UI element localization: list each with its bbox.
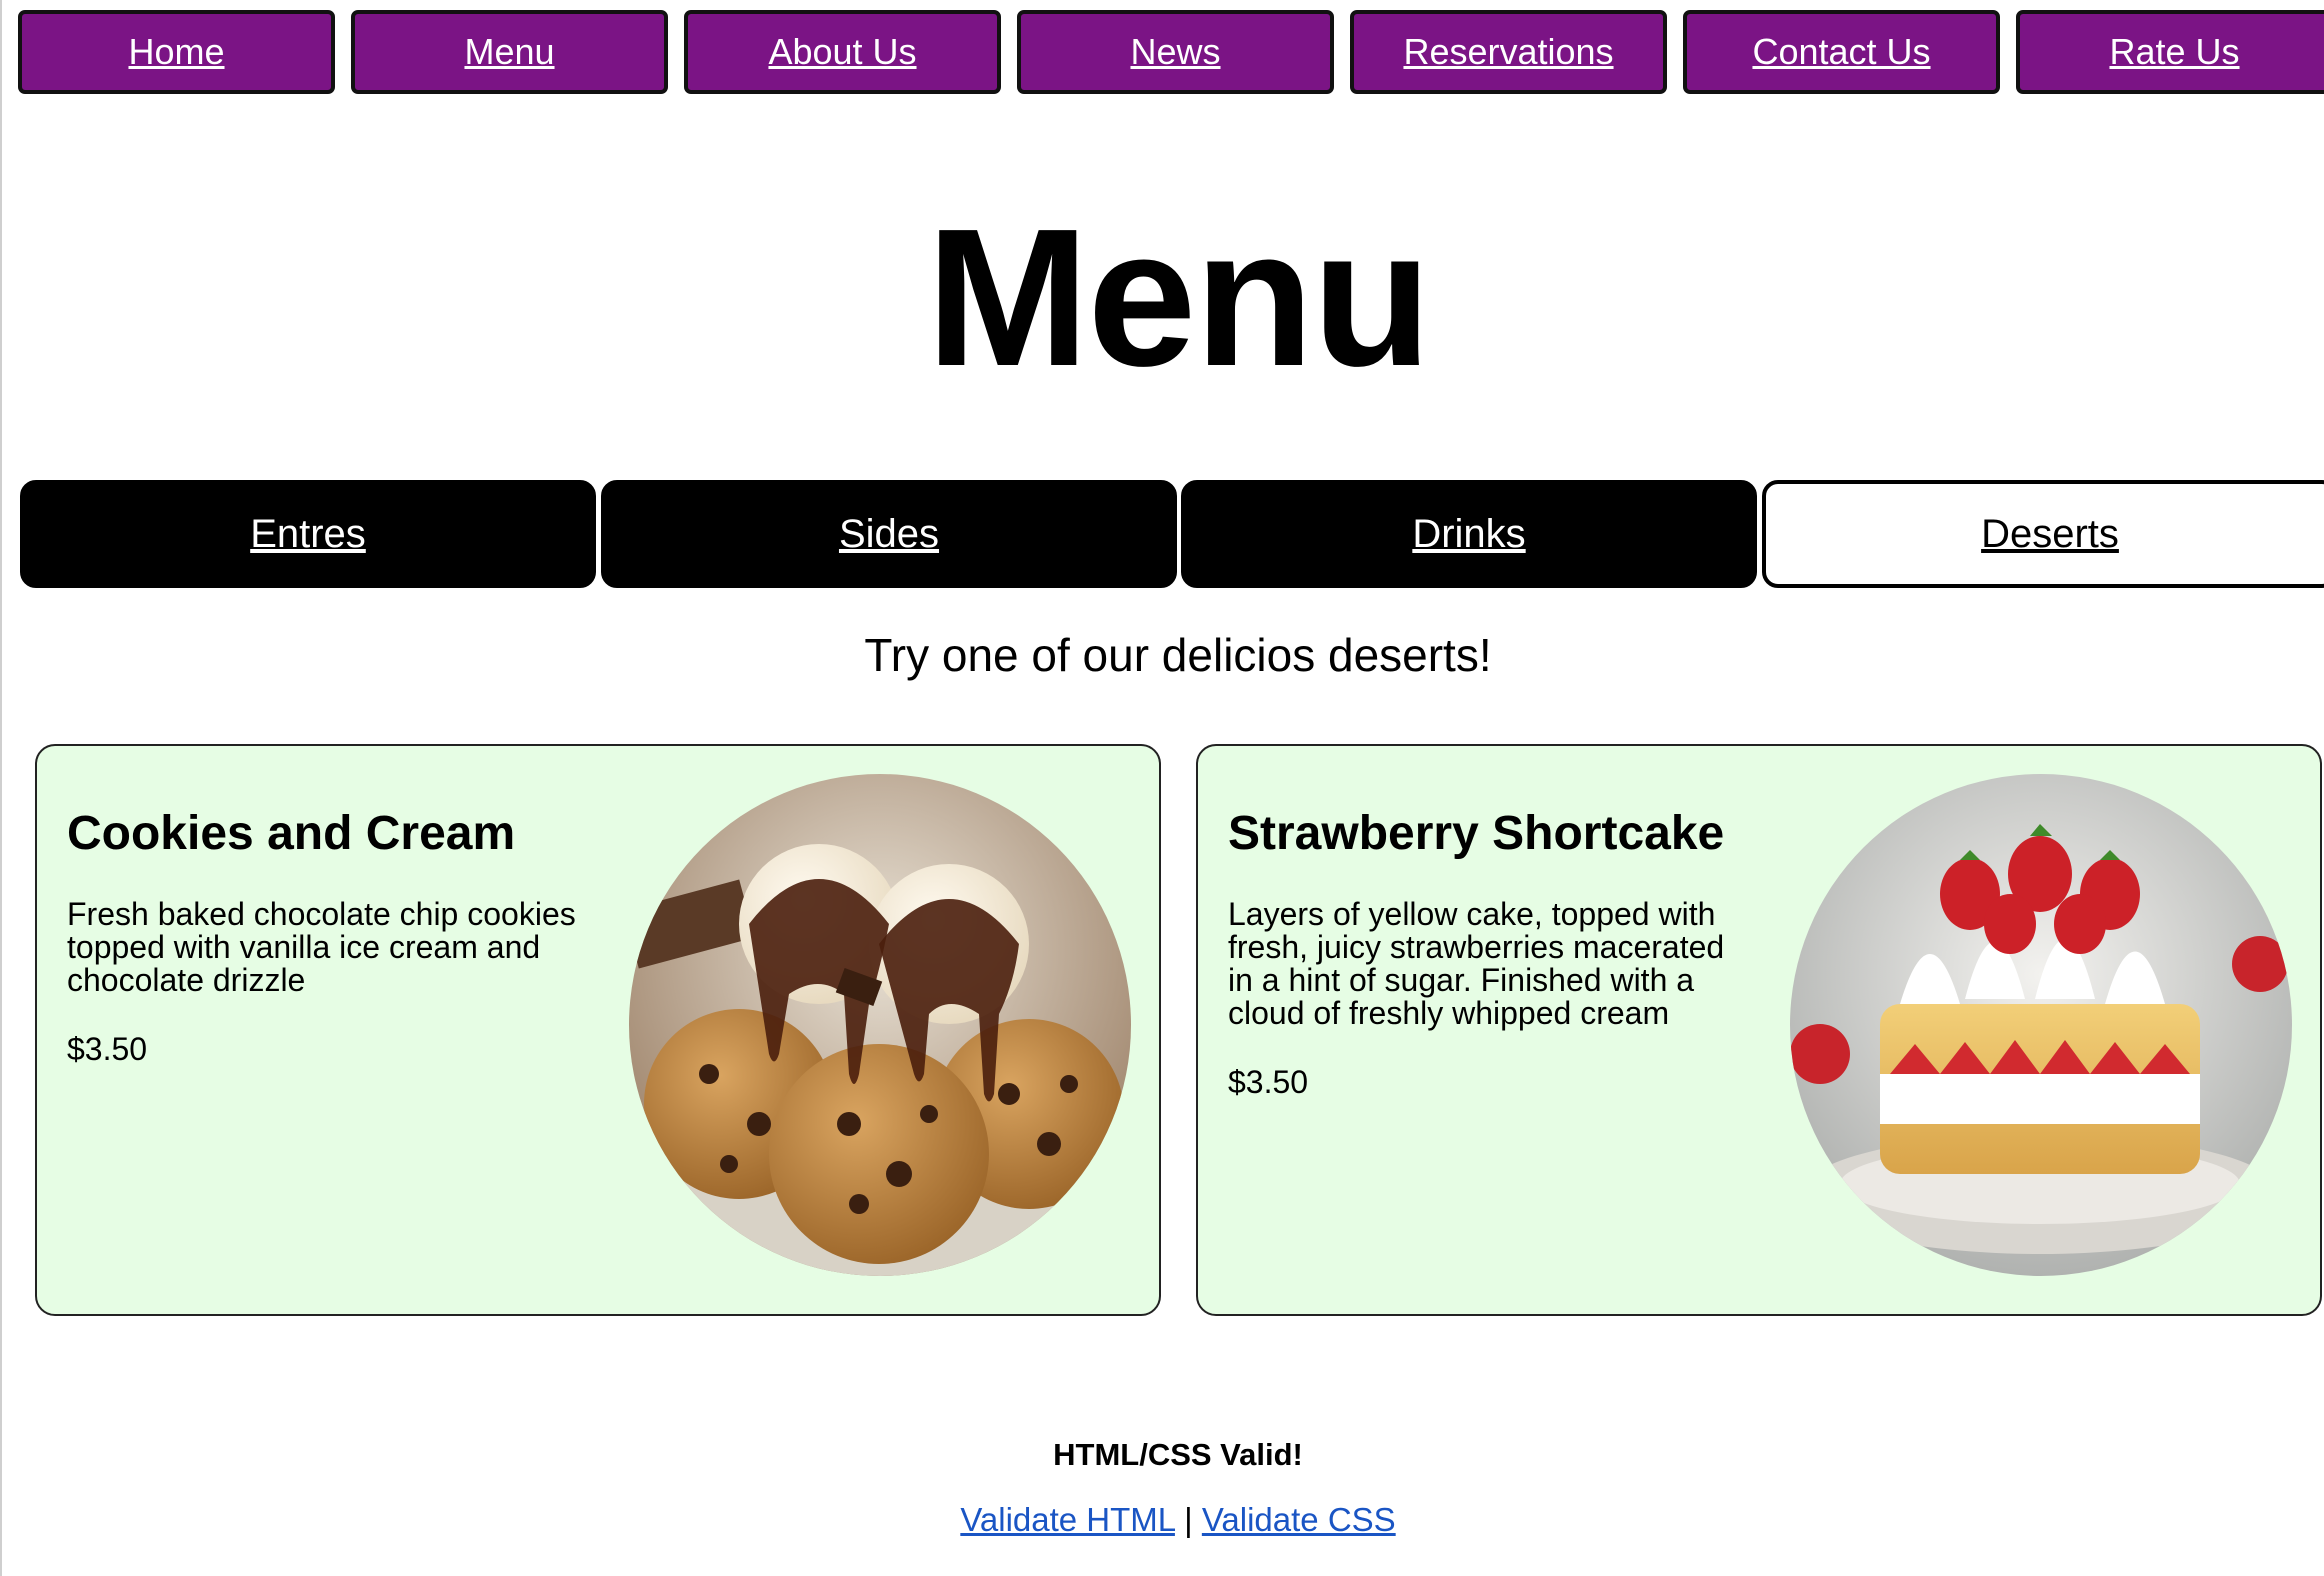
validation-status: HTML/CSS Valid! — [1053, 1437, 1303, 1472]
nav-contact-us[interactable]: Contact Us — [1683, 10, 2000, 94]
menu-item-price: $3.50 — [67, 1031, 148, 1067]
menu-item-description: Layers of yellow cake, topped with fresh… — [1228, 896, 1725, 1031]
section-intro: Try one of our delicios deserts! — [864, 629, 1492, 681]
footer-links: Validate HTML | Validate CSS — [0, 1501, 2324, 1539]
validate-html-link[interactable]: Validate HTML — [960, 1501, 1175, 1538]
menu-card-cookies-and-cream: Cookies and Cream Fresh baked chocolate … — [35, 744, 1161, 1316]
strawberry-shortcake-image — [1790, 774, 2292, 1276]
tab-drinks[interactable]: Drinks — [1181, 480, 1757, 588]
tab-deserts[interactable]: Deserts — [1762, 480, 2324, 588]
validate-css-link[interactable]: Validate CSS — [1202, 1501, 1396, 1538]
nav-menu[interactable]: Menu — [351, 10, 668, 94]
tab-entres[interactable]: Entres — [20, 480, 596, 588]
nav-about-us[interactable]: About Us — [684, 10, 1001, 94]
menu-item-title: Strawberry Shortcake — [1228, 807, 1725, 860]
nav-rate-us[interactable]: Rate Us — [2016, 10, 2324, 94]
menu-item-description: Fresh baked chocolate chip cookies toppe… — [67, 896, 576, 998]
nav-reservations[interactable]: Reservations — [1350, 10, 1667, 94]
page-title: Menu — [926, 188, 1432, 407]
menu-card-strawberry-shortcake: Strawberry Shortcake Layers of yellow ca… — [1196, 744, 2322, 1316]
cookies-and-cream-image — [629, 774, 1131, 1276]
nav-news[interactable]: News — [1017, 10, 1334, 94]
menu-item-title: Cookies and Cream — [67, 807, 516, 860]
menu-item-price: $3.50 — [1228, 1064, 1309, 1100]
tab-sides[interactable]: Sides — [601, 480, 1177, 588]
top-nav: Home Menu About Us News Reservations Con… — [18, 10, 2324, 100]
nav-home[interactable]: Home — [18, 10, 335, 94]
footer-separator: | — [1184, 1501, 1193, 1538]
